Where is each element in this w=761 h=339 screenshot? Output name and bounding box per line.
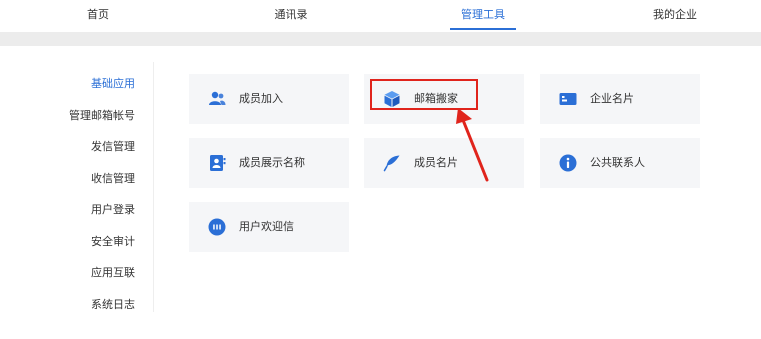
header-divider-band (0, 32, 761, 46)
card-label: 公共联系人 (590, 156, 645, 169)
sidebar-item-basic-apps[interactable]: 基础应用 (91, 75, 135, 91)
card-label: 用户欢迎信 (239, 220, 294, 233)
card-label: 成员加入 (239, 92, 283, 105)
sidebar-item-mailbox-accounts[interactable]: 管理邮箱帐号 (69, 107, 135, 123)
card-user-welcome-letter[interactable]: 用户欢迎信 (189, 202, 349, 252)
card-icon (559, 90, 577, 108)
top-nav: 首页 通讯录 管理工具 我的企业 (0, 0, 761, 32)
sidebar-item-user-login[interactable]: 用户登录 (91, 201, 135, 217)
tab-my-enterprise[interactable]: 我的企业 (640, 0, 710, 32)
card-member-join[interactable]: 成员加入 (189, 74, 349, 124)
annotation-arrow-icon (456, 108, 489, 182)
active-tab-indicator (450, 28, 516, 30)
chat-icon (208, 218, 226, 236)
sidebar-divider (153, 62, 154, 312)
sidebar-item-app-interconnect[interactable]: 应用互联 (91, 264, 135, 280)
tab-contacts[interactable]: 通讯录 (256, 0, 326, 32)
sidebar-item-send-mgmt[interactable]: 发信管理 (91, 138, 135, 154)
info-icon (559, 154, 577, 172)
card-label: 成员展示名称 (239, 156, 305, 169)
tab-home[interactable]: 首页 (63, 0, 133, 32)
sidebar-item-system-log[interactable]: 系统日志 (91, 296, 135, 312)
card-member-display-name[interactable]: 成员展示名称 (189, 138, 349, 188)
sidebar-item-security-audit[interactable]: 安全审计 (91, 233, 135, 249)
card-label: 企业名片 (590, 92, 634, 105)
users-icon (208, 90, 226, 108)
feather-icon (383, 154, 401, 172)
card-enterprise-card[interactable]: 企业名片 (540, 74, 700, 124)
contact-icon (208, 154, 226, 172)
card-public-contacts[interactable]: 公共联系人 (540, 138, 700, 188)
sidebar-item-receive-mgmt[interactable]: 收信管理 (91, 170, 135, 186)
